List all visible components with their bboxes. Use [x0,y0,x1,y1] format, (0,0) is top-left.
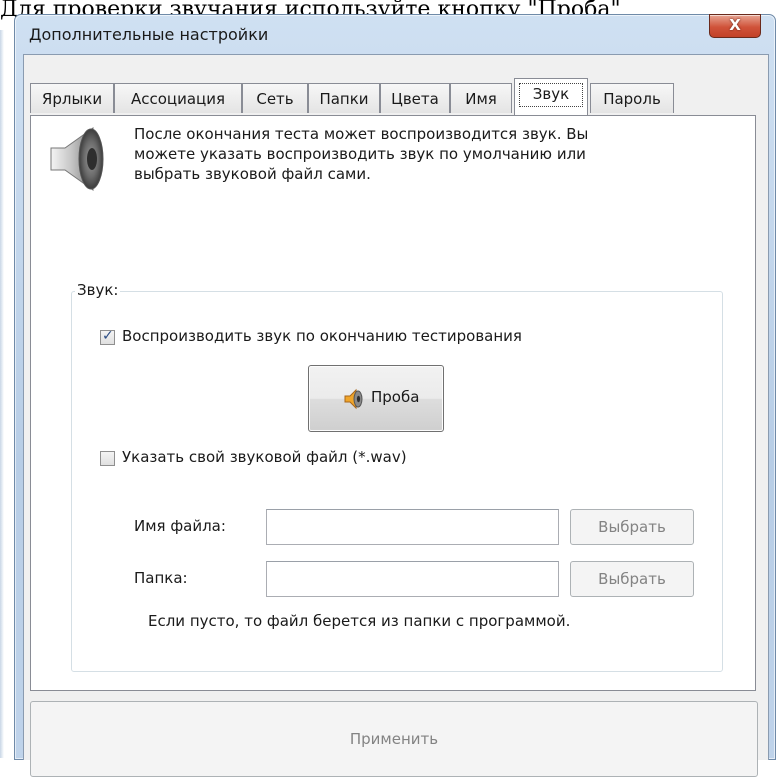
window-title: Дополнительные настройки [29,25,269,44]
folder-label: Папка: [134,569,188,587]
sound-group-label: Звук: [75,281,121,299]
sound-tab-page: После окончания теста может воспроизводи… [30,115,756,691]
file-name-label: Имя файла: [134,517,226,535]
sound-groupbox: Звук: ✓ Воспроизводить звук по окончанию… [71,281,723,672]
tab-folders[interactable]: Папки [308,83,380,113]
tab-association[interactable]: Ассоциация [114,83,242,113]
tab-shortcuts[interactable]: Ярлыки [30,83,114,113]
tab-name[interactable]: Имя [450,83,512,113]
play-sound-checkbox[interactable]: ✓ [100,328,115,345]
custom-file-label[interactable]: Указать свой звуковой файл (*.wav) [122,448,407,466]
file-name-input[interactable] [266,509,559,545]
test-sound-button[interactable]: Проба [308,365,444,432]
checkmark-icon: ✓ [102,328,114,344]
tab-colors[interactable]: Цвета [380,83,450,113]
dialog-client-area: Ярлыки Ассоциация Сеть Папки Цвета Имя З… [23,54,769,777]
tab-sound[interactable]: Звук [514,78,588,115]
tab-password[interactable]: Пароль [590,83,674,113]
play-sound-label[interactable]: Воспроизводить звук по окончанию тестиро… [122,327,522,345]
sound-info-text: После окончания теста может воспроизводи… [134,125,589,183]
close-button[interactable]: X [709,14,761,38]
background-window-edge [0,30,4,758]
title-bar[interactable]: Дополнительные настройки X [15,14,775,55]
choose-folder-button[interactable]: Выбрать [570,561,694,597]
choose-file-button[interactable]: Выбрать [570,509,694,545]
close-icon: X [729,16,741,34]
test-sound-label: Проба [371,388,420,406]
speaker-icon [50,127,104,191]
apply-button[interactable]: Применить [30,701,758,777]
folder-hint: Если пусто, то файл берется из папки с п… [148,612,571,630]
settings-dialog: Дополнительные настройки X Ярлыки Ассоци… [14,14,776,777]
folder-input[interactable] [266,561,559,597]
tab-network[interactable]: Сеть [242,83,308,113]
tab-sound-label: Звук [532,85,570,103]
custom-file-checkbox[interactable] [100,451,115,466]
speaker-icon [344,388,363,410]
